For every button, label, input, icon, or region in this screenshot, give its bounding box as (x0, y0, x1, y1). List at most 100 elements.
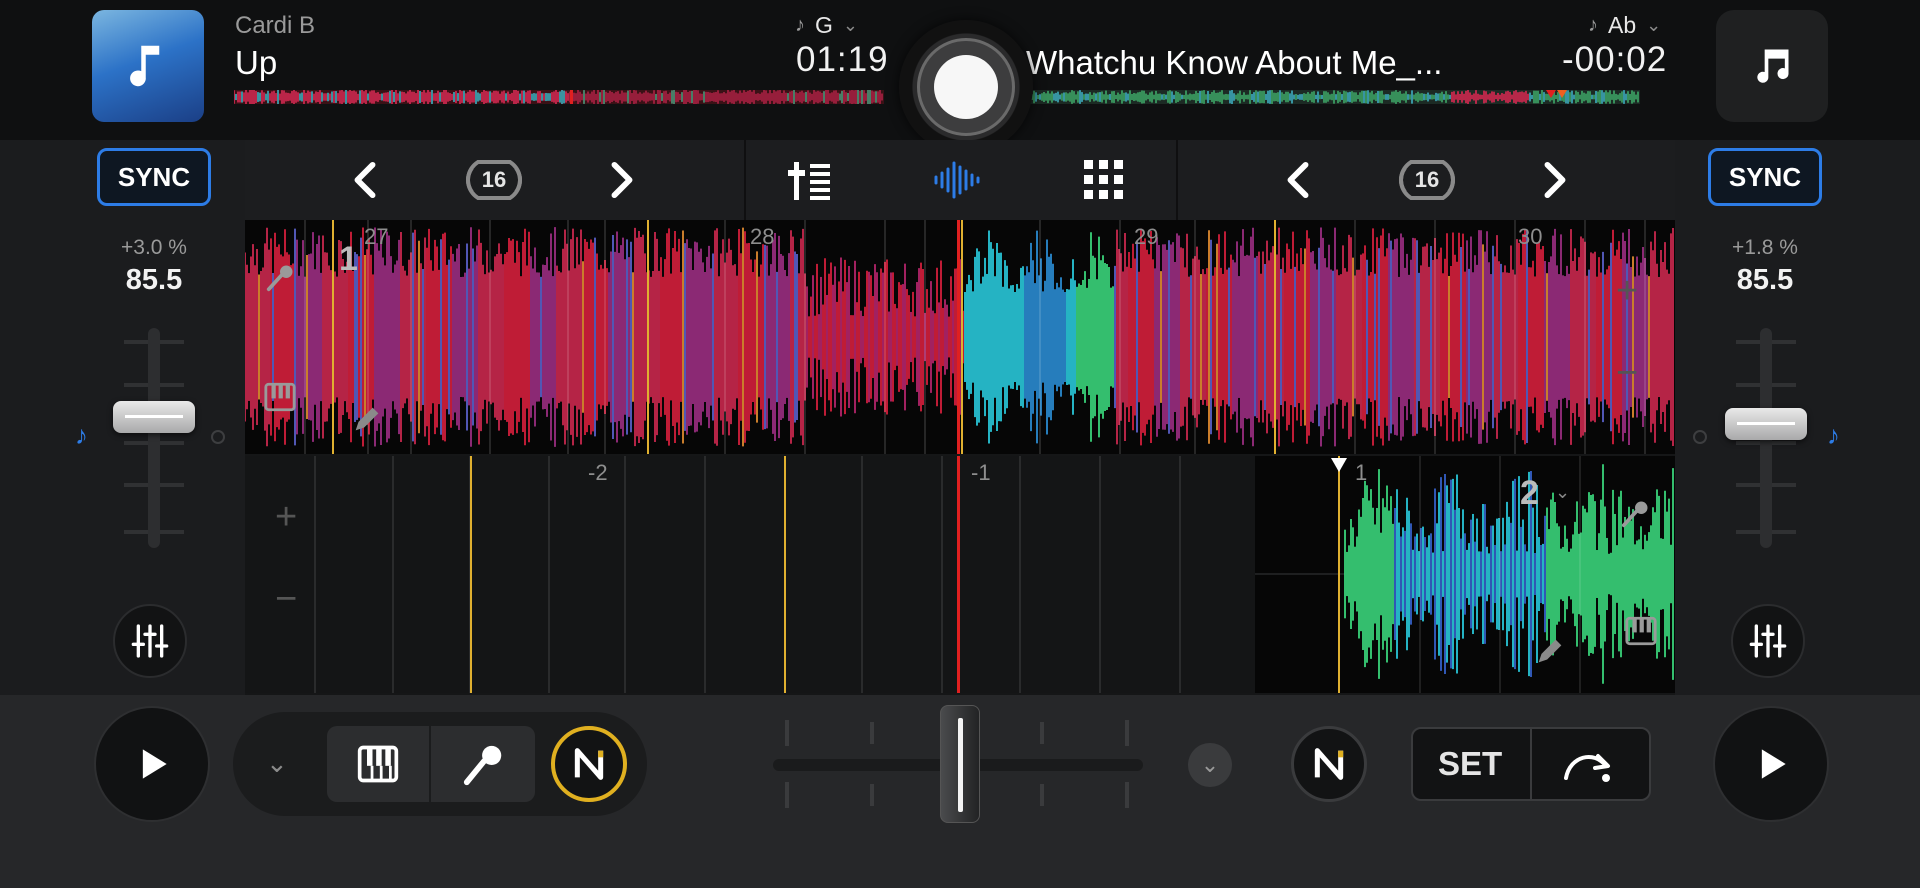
beat-marker-label: 1 (1355, 460, 1368, 485)
music-library-button[interactable] (1716, 10, 1828, 122)
left-neural-mix-button[interactable] (551, 726, 627, 802)
waveform-view-button[interactable] (932, 152, 986, 208)
crossfader-tick (1125, 782, 1129, 808)
chevron-down-icon[interactable]: ⌄ (266, 748, 288, 779)
left-track-overview[interactable] (234, 90, 884, 104)
right-sync-button[interactable]: SYNC (1708, 148, 1822, 206)
piano-icon[interactable] (263, 380, 297, 414)
mixer-icon (788, 162, 830, 200)
chevron-left-icon (354, 161, 376, 199)
toolbar-divider (744, 140, 746, 220)
left-eq-button[interactable] (113, 604, 187, 678)
minus-icon[interactable]: − (275, 578, 297, 621)
key-note-icon: ♪ (1588, 14, 1598, 36)
beat-marker-label: -2 (588, 460, 608, 485)
right-eq-button[interactable] (1731, 604, 1805, 678)
left-pitch-fader-thumb[interactable] (113, 401, 195, 433)
microphone-icon[interactable] (265, 260, 295, 296)
cue-jump-button[interactable] (1560, 742, 1616, 786)
right-loop-size: 16 (1414, 167, 1440, 192)
left-pitch-reset[interactable] (211, 430, 225, 444)
right-pitch-reset[interactable] (1693, 430, 1707, 444)
right-playhead (957, 456, 960, 693)
chevron-down-icon[interactable]: ⌄ (1188, 743, 1232, 787)
left-pitch-fader[interactable] (148, 328, 160, 548)
minus-icon[interactable]: − (1616, 352, 1638, 395)
right-key: Ab (1608, 12, 1637, 38)
right-time: -00:02 (1562, 40, 1668, 79)
right-track-overview[interactable] (1030, 90, 1640, 104)
crossfader-tick (870, 784, 874, 806)
right-hotcue-label[interactable]: 2 (1520, 474, 1539, 513)
music-note-icon (1757, 49, 1789, 83)
microphone-icon[interactable] (1620, 496, 1650, 532)
microphone-icon (463, 745, 502, 786)
vocal-pad-button[interactable] (431, 726, 535, 802)
right-loop-prev-button[interactable] (1278, 152, 1318, 208)
beat-marker-label: -1 (971, 460, 991, 485)
chevron-down-icon: ⌄ (1646, 15, 1662, 35)
piano-icon[interactable] (1624, 614, 1658, 648)
plus-icon[interactable]: + (275, 496, 297, 539)
pencil-icon[interactable] (350, 402, 384, 436)
right-key-selector[interactable]: ♪ Ab ⌄ (1588, 12, 1661, 39)
key-note-icon: ♪ (795, 14, 805, 36)
crossfader-tick (1040, 722, 1044, 744)
right-loop-next-button[interactable] (1535, 152, 1575, 208)
right-track-title: Whatchu Know About Me_... (1026, 44, 1443, 81)
pads-view-button[interactable] (1082, 152, 1126, 208)
chevron-left-icon (1287, 161, 1309, 199)
left-key: G (815, 12, 833, 38)
neural-mix-icon (574, 748, 604, 780)
left-keylock-icon[interactable]: ♪ (75, 420, 88, 451)
beat-marker-label: 30 (1518, 224, 1543, 249)
right-play-button[interactable] (1713, 706, 1829, 822)
crossfader-tick (870, 722, 874, 744)
right-neural-mix-button[interactable] (1291, 726, 1367, 802)
piano-icon (357, 745, 399, 783)
neural-mix-icon (1314, 748, 1344, 780)
left-loop-next-button[interactable] (602, 152, 642, 208)
crossfader-tick (1040, 784, 1044, 806)
cue-jump-icon (1564, 754, 1610, 782)
waveform-icon (934, 161, 980, 199)
pencil-icon[interactable] (1533, 634, 1567, 668)
crossfader-tick (785, 720, 789, 746)
left-pitch: +3.0 % (121, 236, 187, 259)
left-deck-waveform[interactable]: 27 28 29 30 1 + − (245, 220, 1675, 454)
right-loop-button[interactable]: 16 (1391, 152, 1463, 208)
left-artist: Cardi B (235, 12, 316, 39)
beat-marker-label: 28 (750, 224, 775, 249)
toolbar-divider (1176, 140, 1178, 220)
piano-pad-button[interactable] (327, 726, 429, 802)
music-note-icon (130, 45, 160, 87)
beat-marker-label: 27 (364, 224, 389, 249)
left-loop-size: 16 (481, 167, 507, 192)
right-pitch-fader-thumb[interactable] (1725, 408, 1807, 440)
crossfader-thumb[interactable] (940, 705, 980, 823)
left-play-button[interactable] (94, 706, 210, 822)
eq-icon (1749, 624, 1787, 658)
eq-icon (131, 624, 169, 658)
chevron-right-icon (1544, 161, 1566, 199)
set-cue-button[interactable]: SET (1438, 745, 1502, 783)
right-bpm: 85.5 (1736, 264, 1794, 296)
plus-icon[interactable]: + (1616, 270, 1638, 313)
chevron-down-icon[interactable]: ⌄ (1555, 482, 1570, 503)
left-time: 01:19 (796, 40, 889, 79)
main-jog-button[interactable] (899, 20, 1033, 154)
mixer-view-button[interactable] (786, 152, 836, 208)
left-key-selector[interactable]: ♪ G ⌄ (795, 12, 858, 39)
left-overview-playhead (570, 90, 573, 104)
beat-marker-label: 29 (1134, 224, 1159, 249)
left-hotcue-label[interactable]: 1 (339, 240, 358, 279)
album-art[interactable] (92, 10, 204, 122)
left-bpm: 85.5 (125, 264, 183, 296)
left-sync-button[interactable]: SYNC (97, 148, 211, 206)
left-loop-prev-button[interactable] (345, 152, 385, 208)
right-keylock-icon[interactable]: ♪ (1827, 420, 1840, 451)
play-icon (1761, 749, 1786, 779)
right-deck-waveform[interactable]: -2 -1 1 2 ⌄ + − (245, 456, 1675, 693)
crossfader-tick (785, 782, 789, 808)
left-loop-button[interactable]: 16 (458, 152, 530, 208)
